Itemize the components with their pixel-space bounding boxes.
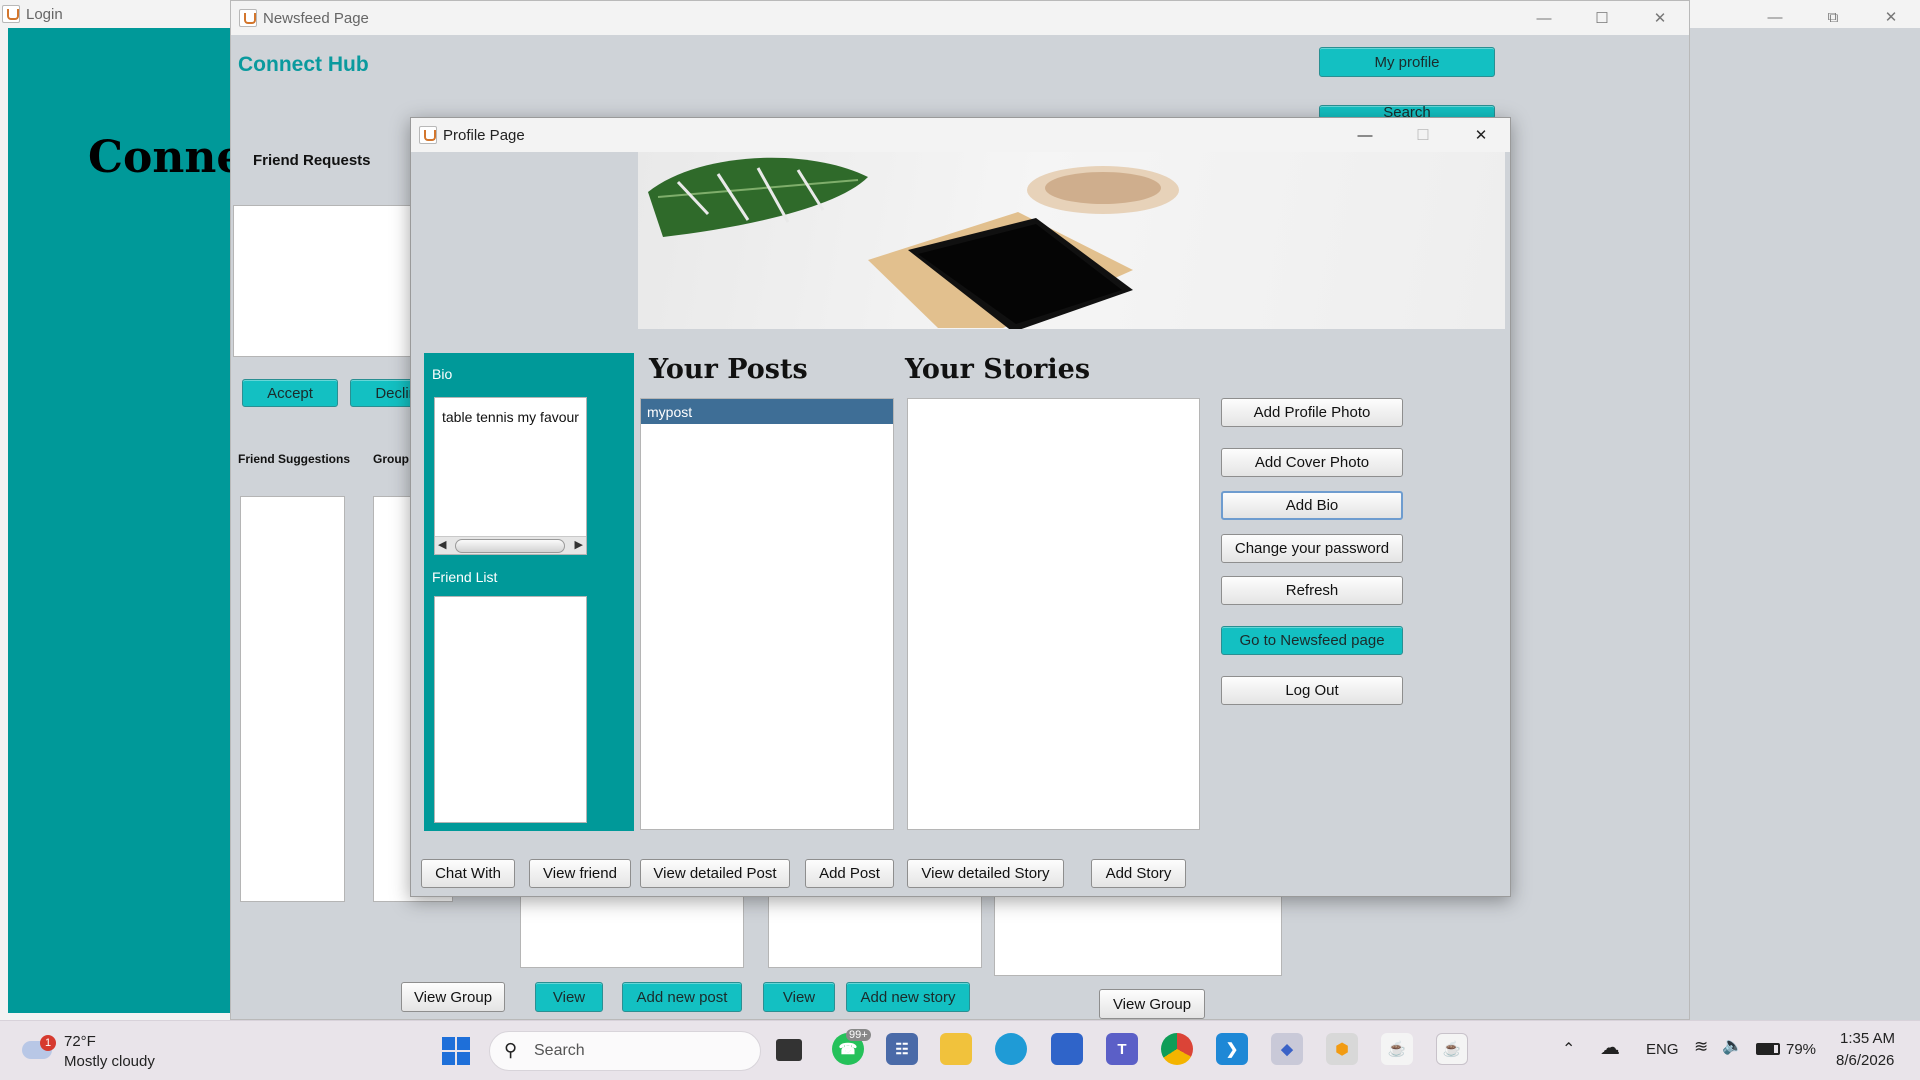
bio-text-area[interactable]: table tennis my favour ◀ ▶ (434, 397, 587, 555)
view-group-button[interactable]: View Group (401, 982, 505, 1012)
volume-icon[interactable]: 🔈 (1722, 1036, 1743, 1056)
weather-alert-badge: 1 (40, 1035, 56, 1051)
weather-widget[interactable]: 1 72°F Mostly cloudy (18, 1029, 178, 1073)
weather-temp: 72°F (64, 1033, 96, 1050)
search-box[interactable]: ⚲ Search (489, 1031, 761, 1071)
groups-feed-list[interactable] (994, 896, 1282, 976)
git-app-icon[interactable]: ◆ (1271, 1033, 1303, 1065)
clock-date[interactable]: 8/6/2026 (1836, 1052, 1894, 1069)
stories-feed-list[interactable] (768, 896, 982, 968)
bio-text: table tennis my favour (442, 409, 579, 425)
language-indicator[interactable]: ENG (1646, 1041, 1679, 1058)
java-app-icon (2, 5, 20, 23)
friend-requests-list[interactable] (233, 205, 413, 357)
add-post-button[interactable]: Add Post (805, 859, 894, 888)
vscode-icon[interactable]: ❯ (1216, 1033, 1248, 1065)
close-icon[interactable]: ✕ (1631, 1, 1689, 35)
scroll-left-arrow-icon[interactable]: ◀ (438, 538, 446, 551)
view-post-button[interactable]: View (535, 982, 603, 1012)
tray-chevron-up-icon[interactable]: ⌃ (1562, 1039, 1575, 1059)
change-password-button[interactable]: Change your password (1221, 534, 1403, 563)
go-to-newsfeed-button[interactable]: Go to Newsfeed page (1221, 626, 1403, 655)
wifi-icon[interactable]: ≋ (1694, 1037, 1708, 1057)
cover-photo (638, 152, 1505, 329)
onedrive-cloud-icon[interactable]: ☁ (1600, 1035, 1620, 1060)
profile-window-controls: — ☐ ✕ (1336, 118, 1510, 152)
login-window-controls: — ⧉ ✕ (1746, 0, 1920, 28)
view-group-button-2[interactable]: View Group (1099, 989, 1205, 1019)
posts-list[interactable]: mypost (640, 398, 894, 830)
add-new-post-button[interactable]: Add new post (622, 982, 742, 1012)
java-taskbar-icon-2[interactable]: ☕ (1436, 1033, 1468, 1065)
clock-time[interactable]: 1:35 AM (1840, 1030, 1895, 1047)
view-detailed-post-button[interactable]: View detailed Post (640, 859, 790, 888)
newsfeed-titlebar: Newsfeed Page (231, 1, 1689, 35)
add-profile-photo-button[interactable]: Add Profile Photo (1221, 398, 1403, 427)
brand-title: Connect Hub (238, 53, 369, 76)
view-friend-button[interactable]: View friend (529, 859, 631, 888)
add-bio-button[interactable]: Add Bio (1221, 491, 1403, 520)
maximize-icon[interactable]: ☐ (1573, 1, 1631, 35)
edge-browser-icon[interactable] (995, 1033, 1027, 1065)
posts-heading: Your Posts (649, 354, 808, 385)
friend-requests-label: Friend Requests (253, 152, 371, 169)
posts-feed-list[interactable] (520, 896, 744, 968)
refresh-button[interactable]: Refresh (1221, 576, 1403, 605)
friend-suggestions-label: Friend Suggestions (238, 452, 351, 466)
cover-photo-image (648, 157, 1179, 329)
friend-list[interactable] (434, 596, 587, 823)
newsfeed-window-controls: — ☐ ✕ (1515, 1, 1689, 35)
minimize-icon[interactable]: — (1515, 1, 1573, 35)
scroll-thumb[interactable] (455, 539, 565, 553)
view-story-button[interactable]: View (763, 982, 835, 1012)
accept-button[interactable]: Accept (242, 379, 338, 407)
taskbar: 1 72°F Mostly cloudy ⚲ Search ☎ 99+ ☷ T … (0, 1020, 1920, 1080)
close-icon[interactable]: ✕ (1452, 118, 1510, 152)
search-placeholder: Search (534, 1042, 585, 1059)
search-icon: ⚲ (504, 1040, 518, 1060)
teams-icon[interactable]: T (1106, 1033, 1138, 1065)
calculator-app-icon[interactable]: ☷ (886, 1033, 918, 1065)
newsfeed-window-title: Newsfeed Page (263, 9, 369, 27)
add-cover-photo-button[interactable]: Add Cover Photo (1221, 448, 1403, 477)
java-taskbar-icon-1[interactable]: ☕ (1381, 1033, 1413, 1065)
file-explorer-icon[interactable] (940, 1033, 972, 1065)
profile-window-title: Profile Page (443, 126, 525, 144)
battery-icon[interactable] (1756, 1043, 1780, 1055)
profile-left-panel: Bio table tennis my favour ◀ ▶ Friend Li… (424, 353, 634, 831)
minimize-icon[interactable]: — (1336, 118, 1394, 152)
stories-list[interactable] (907, 398, 1200, 830)
java-app-icon (419, 126, 437, 144)
log-out-button[interactable]: Log Out (1221, 676, 1403, 705)
battery-percent: 79% (1786, 1041, 1817, 1058)
add-story-button[interactable]: Add Story (1091, 859, 1186, 888)
groups-label: Group (373, 452, 409, 466)
login-window-title: Login (26, 5, 63, 23)
friend-suggestions-list[interactable] (240, 496, 345, 902)
login-grey-area (1690, 28, 1920, 1020)
friend-list-label: Friend List (432, 569, 498, 585)
task-view-icon[interactable] (776, 1039, 802, 1061)
add-new-story-button[interactable]: Add new story (846, 982, 970, 1012)
microsoft-store-icon[interactable] (1051, 1033, 1083, 1065)
java-app-icon (239, 9, 257, 27)
chat-with-button[interactable]: Chat With (421, 859, 515, 888)
whatsapp-badge: 99+ (846, 1029, 871, 1041)
weather-desc: Mostly cloudy (64, 1053, 155, 1070)
scroll-right-arrow-icon[interactable]: ▶ (575, 538, 583, 551)
hexagon-app-icon[interactable]: ⬢ (1326, 1033, 1358, 1065)
my-profile-button[interactable]: My profile (1319, 47, 1495, 77)
view-detailed-story-button[interactable]: View detailed Story (907, 859, 1064, 888)
profile-window: Profile Page — ☐ ✕ Bio table tennis my f… (410, 117, 1511, 897)
bio-label: Bio (432, 366, 453, 382)
maximize-icon[interactable]: ☐ (1394, 118, 1452, 152)
bio-horizontal-scrollbar[interactable]: ◀ ▶ (435, 536, 586, 554)
stories-heading: Your Stories (905, 354, 1091, 385)
post-item-selected[interactable]: mypost (641, 399, 893, 424)
start-icon[interactable] (442, 1037, 470, 1065)
chrome-icon[interactable] (1161, 1033, 1193, 1065)
